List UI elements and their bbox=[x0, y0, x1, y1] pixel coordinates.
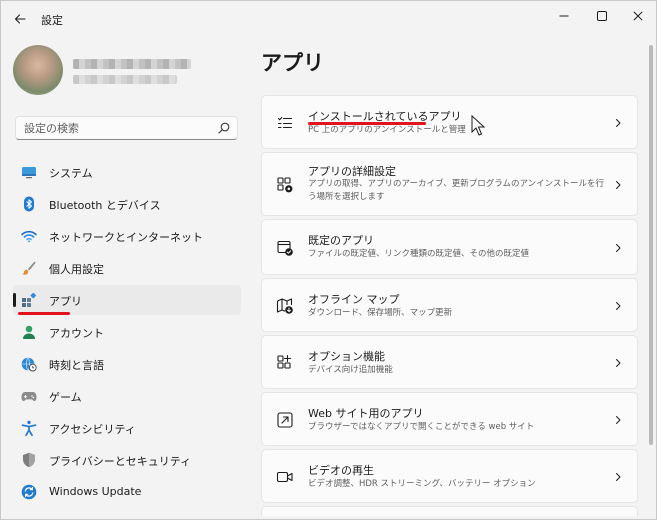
sidebar-nav: システム Bluetooth とデバイス ネットワークとインターネット 個人用設… bbox=[13, 157, 241, 509]
chevron-right-icon bbox=[616, 119, 621, 127]
back-button[interactable] bbox=[9, 8, 31, 30]
bluetooth-icon bbox=[24, 196, 34, 212]
add-features-icon bbox=[277, 354, 292, 369]
card-installed-apps[interactable]: インストールされているアプリ PC 上のアプリのアンインストールと管理 bbox=[261, 95, 638, 149]
sidebar-item-gaming[interactable]: ゲーム bbox=[13, 381, 241, 411]
card-title: 既定のアプリ bbox=[308, 234, 374, 247]
card-subtitle: ビデオ調整、HDR ストリーミング、バッテリー オプション bbox=[308, 479, 536, 489]
sidebar-item-personalization[interactable]: 個人用設定 bbox=[13, 253, 241, 283]
search-icon[interactable] bbox=[218, 122, 230, 134]
red-annotation-underline bbox=[18, 312, 70, 315]
apps-icon bbox=[22, 292, 37, 307]
accessibility-icon bbox=[21, 420, 37, 436]
sidebar-item-label: アプリ bbox=[49, 295, 82, 308]
title-bar: 設定 bbox=[1, 1, 656, 37]
globe-clock-icon bbox=[21, 357, 37, 372]
sidebar-item-bluetooth[interactable]: Bluetooth とデバイス bbox=[13, 189, 241, 219]
chevron-right-icon bbox=[616, 244, 621, 252]
sidebar-item-label: アカウント bbox=[49, 327, 104, 340]
settings-window: 設定 設定の検索 システム Bluetooth とデバイス ネットワークとインタ… bbox=[0, 0, 657, 520]
update-icon bbox=[21, 484, 37, 500]
person-icon bbox=[23, 325, 35, 339]
sidebar-item-accessibility[interactable]: アクセシビリティ bbox=[13, 413, 241, 443]
sidebar-item-label: 時刻と言語 bbox=[49, 359, 104, 372]
card-next-partial[interactable] bbox=[261, 506, 638, 516]
maximize-icon bbox=[597, 11, 607, 21]
card-subtitle: PC 上のアプリのアンインストールと管理 bbox=[308, 125, 466, 135]
chevron-right-icon bbox=[616, 359, 621, 367]
settings-search-box[interactable] bbox=[15, 116, 238, 140]
sidebar-item-label: Bluetooth とデバイス bbox=[49, 199, 161, 212]
minimize-button[interactable] bbox=[546, 5, 582, 27]
mouse-pointer-icon bbox=[471, 115, 486, 136]
open-in-app-icon bbox=[277, 412, 293, 428]
card-title: アプリの詳細設定 bbox=[308, 165, 396, 178]
card-subtitle: ブラウザーではなくアプリで開くことができる web サイト bbox=[308, 422, 535, 432]
chevron-right-icon bbox=[616, 181, 621, 189]
page-title: アプリ bbox=[261, 51, 324, 75]
main-scrollbar[interactable] bbox=[649, 45, 653, 445]
sidebar-item-privacy-security[interactable]: プライバシーとセキュリティ bbox=[13, 445, 241, 475]
card-apps-for-websites[interactable]: Web サイト用のアプリ ブラウザーではなくアプリで開くことができる web サ… bbox=[261, 392, 638, 446]
card-advanced-app-settings[interactable]: アプリの詳細設定 アプリの取得、アプリのアーカイブ、更新プログラムのアンインスト… bbox=[261, 152, 638, 216]
card-subtitle: アプリの取得、アプリのアーカイブ、更新プログラムのアンインストールを行う場所を選… bbox=[308, 179, 604, 202]
blurred-user-name bbox=[73, 59, 191, 69]
chevron-right-icon bbox=[616, 302, 621, 310]
shield-icon bbox=[23, 452, 35, 468]
search-input[interactable] bbox=[16, 117, 211, 139]
card-default-apps[interactable]: 既定のアプリ ファイルの既定値、リンク種類の既定値、その他の既定値 bbox=[261, 219, 638, 275]
chevron-right-icon bbox=[616, 416, 621, 424]
video-icon bbox=[276, 471, 293, 483]
sidebar-item-label: プライバシーとセキュリティ bbox=[49, 455, 192, 468]
sidebar-item-apps[interactable]: アプリ bbox=[13, 285, 241, 315]
card-title: オフライン マップ bbox=[308, 293, 400, 306]
card-subtitle: ファイルの既定値、リンク種類の既定値、その他の既定値 bbox=[308, 249, 530, 259]
sidebar-item-label: 個人用設定 bbox=[49, 263, 104, 276]
sidebar-item-label: Windows Update bbox=[49, 485, 142, 498]
chevron-right-icon bbox=[616, 473, 621, 481]
sidebar-item-accounts[interactable]: アカウント bbox=[13, 317, 241, 347]
card-title: ビデオの再生 bbox=[308, 464, 374, 477]
gamepad-icon bbox=[21, 392, 37, 401]
back-arrow-icon bbox=[14, 14, 26, 24]
apps-settings-list: インストールされているアプリ PC 上のアプリのアンインストールと管理 アプリの… bbox=[261, 95, 638, 519]
wifi-icon bbox=[21, 230, 37, 243]
sidebar-item-windows-update[interactable]: Windows Update bbox=[13, 477, 241, 507]
sidebar-item-label: システム bbox=[49, 167, 93, 180]
sidebar-item-system[interactable]: システム bbox=[13, 157, 241, 187]
card-video-playback[interactable]: ビデオの再生 ビデオ調整、HDR ストリーミング、バッテリー オプション bbox=[261, 449, 638, 503]
active-indicator bbox=[13, 293, 16, 307]
card-title: オプション機能 bbox=[308, 350, 385, 363]
card-optional-features[interactable]: オプション機能 デバイス向け追加機能 bbox=[261, 335, 638, 389]
card-subtitle: デバイス向け追加機能 bbox=[308, 365, 393, 375]
card-offline-maps[interactable]: オフライン マップ ダウンロード、保存場所、マップ更新 bbox=[261, 278, 638, 332]
sidebar-item-network[interactable]: ネットワークとインターネット bbox=[13, 221, 241, 251]
apps-gear-icon bbox=[277, 177, 293, 193]
avatar bbox=[13, 45, 63, 95]
app-title: 設定 bbox=[41, 14, 63, 27]
card-title: Web サイト用のアプリ bbox=[308, 407, 424, 420]
monitor-icon bbox=[22, 167, 36, 179]
sidebar-item-label: ネットワークとインターネット bbox=[49, 231, 203, 244]
sidebar-item-time-language[interactable]: 時刻と言語 bbox=[13, 349, 241, 379]
brush-icon bbox=[22, 261, 36, 275]
minimize-icon bbox=[559, 15, 569, 17]
list-icon bbox=[277, 116, 293, 129]
card-subtitle: ダウンロード、保存場所、マップ更新 bbox=[308, 308, 453, 318]
sidebar-item-label: ゲーム bbox=[49, 391, 82, 404]
map-download-icon bbox=[276, 298, 293, 314]
default-apps-icon bbox=[277, 240, 293, 256]
close-icon bbox=[633, 11, 643, 21]
blurred-user-email bbox=[73, 75, 177, 84]
maximize-button[interactable] bbox=[584, 5, 620, 27]
close-button[interactable] bbox=[620, 5, 656, 27]
sidebar-item-label: アクセシビリティ bbox=[49, 423, 136, 436]
user-profile[interactable] bbox=[13, 45, 243, 101]
